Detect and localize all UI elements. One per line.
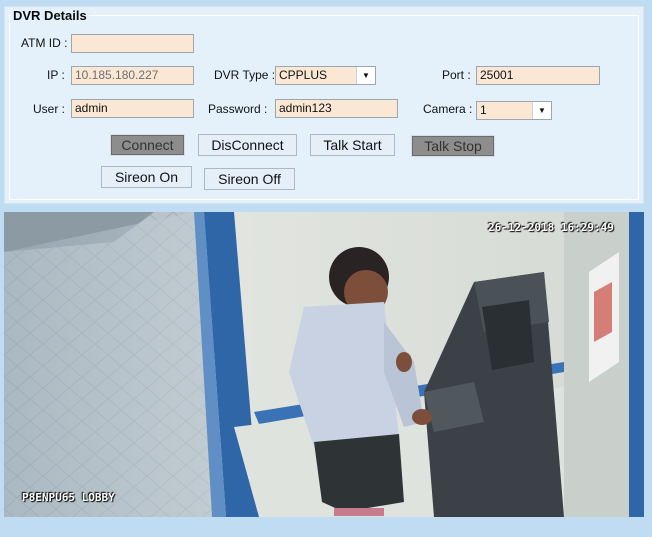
cctv-scene — [4, 212, 644, 517]
atm-id-input[interactable] — [71, 34, 194, 53]
disconnect-button[interactable]: DisConnect — [198, 134, 297, 156]
connect-button[interactable]: Connect — [110, 134, 185, 156]
sireon-off-button[interactable]: Sireon Off — [204, 168, 295, 190]
group-title: DVR Details — [11, 8, 89, 23]
ip-input[interactable]: 10.185.180.227 — [71, 66, 194, 85]
dvr-type-value: CPPLUS — [279, 68, 328, 82]
ip-label: IP : — [47, 68, 65, 82]
dvr-type-select[interactable]: CPPLUS ▼ — [275, 66, 376, 85]
cctv-video-feed: 26-12-2018 16:29:49 P8ENPU65 LOBBY — [4, 212, 644, 517]
user-input[interactable]: admin — [71, 99, 194, 118]
camera-select[interactable]: 1 ▼ — [476, 101, 552, 120]
dvr-details-group: DVR Details ATM ID : IP : 10.185.180.227… — [4, 6, 644, 204]
user-label: User : — [33, 102, 66, 116]
camera-name-overlay: P8ENPU65 LOBBY — [22, 491, 115, 504]
port-label: Port : — [442, 68, 471, 82]
video-timestamp: 26-12-2018 16:29:49 — [488, 221, 614, 234]
camera-label: Camera : — [423, 102, 473, 116]
talk-stop-button[interactable]: Talk Stop — [411, 135, 495, 157]
talk-start-button[interactable]: Talk Start — [310, 134, 395, 156]
dvr-type-label: DVR Type : — [214, 68, 276, 82]
sireon-on-button[interactable]: Sireon On — [101, 166, 192, 188]
password-input[interactable]: admin123 — [275, 99, 398, 118]
password-label: Password : — [208, 102, 268, 116]
camera-value: 1 — [480, 103, 487, 117]
chevron-down-icon[interactable]: ▼ — [356, 67, 375, 84]
chevron-down-icon[interactable]: ▼ — [532, 102, 551, 119]
port-input[interactable]: 25001 — [476, 66, 600, 85]
atm-id-label: ATM ID : — [21, 36, 68, 50]
